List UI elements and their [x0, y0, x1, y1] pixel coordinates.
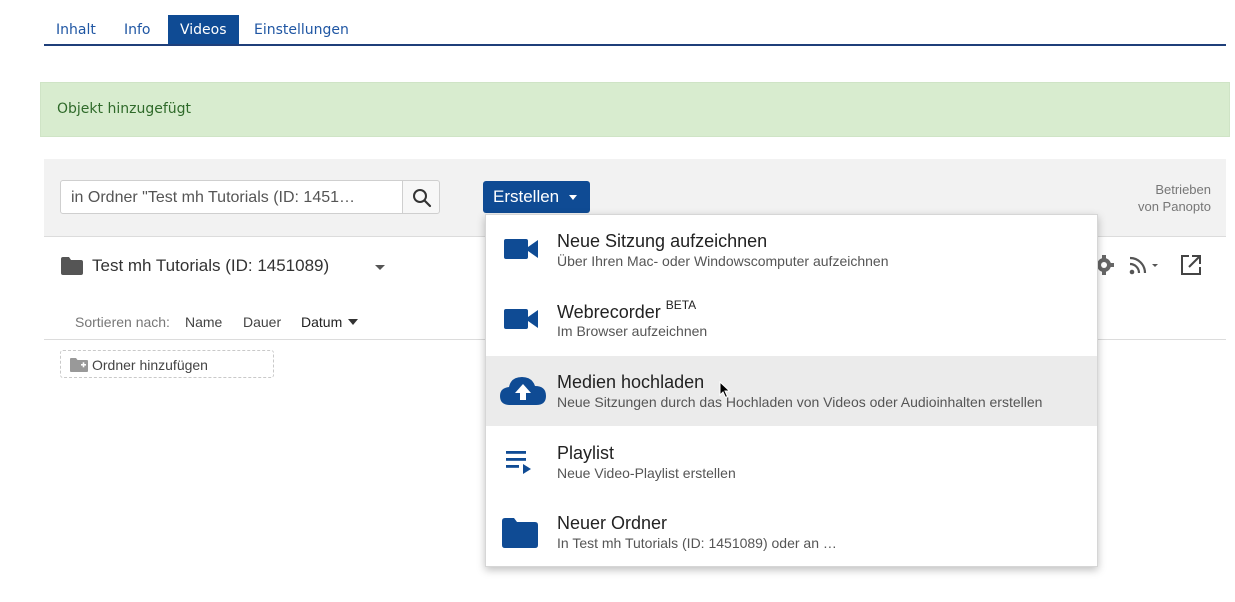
beta-badge: BETA — [665, 298, 697, 312]
menu-item-webrecorder[interactable]: Webrecorder BETA Im Browser aufzeichnen — [486, 285, 1097, 355]
sort-direction-icon[interactable] — [348, 319, 358, 325]
search-button[interactable] — [402, 180, 440, 214]
add-folder-icon — [70, 358, 88, 372]
rss-icon[interactable] — [1128, 255, 1160, 277]
folder-icon — [502, 518, 538, 548]
menu-item-subtitle: Im Browser aufzeichnen — [557, 323, 708, 339]
menu-item-subtitle: Über Ihren Mac- oder Windowscomputer auf… — [557, 253, 889, 269]
powered-line-2: von Panopto — [1137, 199, 1211, 214]
add-folder-button[interactable]: Ordner hinzufügen — [60, 350, 274, 378]
menu-item-subtitle: Neue Sitzungen durch das Hochladen von V… — [557, 394, 1043, 410]
folder-title[interactable]: Test mh Tutorials (ID: 1451089) — [92, 256, 329, 276]
video-camera-icon — [504, 239, 538, 259]
menu-item-title: Playlist — [557, 443, 615, 463]
tab-bar: Inhalt Info Videos Einstellungen — [44, 15, 1226, 46]
folder-dropdown-icon[interactable] — [375, 265, 385, 270]
chevron-down-icon — [569, 195, 577, 200]
mouse-cursor-icon — [719, 381, 731, 399]
menu-item-subtitle: In Test mh Tutorials (ID: 1451089) oder … — [557, 535, 837, 551]
tab-videos[interactable]: Videos — [168, 15, 239, 44]
menu-item-new-session[interactable]: Neue Sitzung aufzeichnen Über Ihren Mac-… — [486, 215, 1097, 285]
sort-label: Sortieren nach: — [75, 314, 170, 330]
playlist-icon — [506, 451, 531, 474]
sort-option-name[interactable]: Name — [185, 314, 222, 330]
menu-item-upload-media[interactable]: Medien hochladen Neue Sitzungen durch da… — [486, 356, 1097, 426]
folder-icon — [61, 257, 83, 275]
powered-by-panopto: Betrieben von Panopto — [1138, 181, 1211, 215]
search-input-value: in Ordner "Test mh Tutorials (ID: 1451… — [71, 189, 356, 206]
search-input[interactable]: in Ordner "Test mh Tutorials (ID: 1451… — [60, 180, 403, 214]
menu-item-title: Medien hochladen — [557, 372, 705, 392]
tab-einstellungen[interactable]: Einstellungen — [242, 15, 361, 44]
menu-item-subtitle: Neue Video-Playlist erstellen — [557, 465, 736, 481]
cloud-upload-icon — [500, 377, 546, 405]
menu-item-title: Webrecorder BETA — [557, 298, 697, 323]
menu-item-title-text: Webrecorder — [557, 302, 661, 322]
external-link-icon[interactable] — [1180, 254, 1202, 276]
create-dropdown-menu: Neue Sitzung aufzeichnen Über Ihren Mac-… — [485, 214, 1098, 567]
success-message-text: Objekt hinzugefügt — [57, 101, 191, 117]
success-message: Objekt hinzugefügt — [40, 82, 1230, 137]
video-camera-icon — [504, 309, 538, 329]
sort-option-dauer[interactable]: Dauer — [243, 314, 281, 330]
tab-inhalt[interactable]: Inhalt — [44, 15, 108, 44]
powered-line-1: Betrieben — [1155, 182, 1211, 197]
menu-item-title: Neuer Ordner — [557, 513, 668, 533]
search-icon — [413, 189, 432, 208]
tab-info[interactable]: Info — [112, 15, 163, 44]
create-button-label: Erstellen — [493, 187, 560, 206]
menu-item-title: Neue Sitzung aufzeichnen — [557, 231, 768, 251]
menu-item-new-folder[interactable]: Neuer Ordner In Test mh Tutorials (ID: 1… — [486, 497, 1097, 567]
add-folder-label: Ordner hinzufügen — [92, 357, 208, 373]
create-button[interactable]: Erstellen — [483, 181, 590, 213]
sort-option-datum[interactable]: Datum — [301, 314, 342, 330]
menu-item-playlist[interactable]: Playlist Neue Video-Playlist erstellen — [486, 427, 1097, 497]
